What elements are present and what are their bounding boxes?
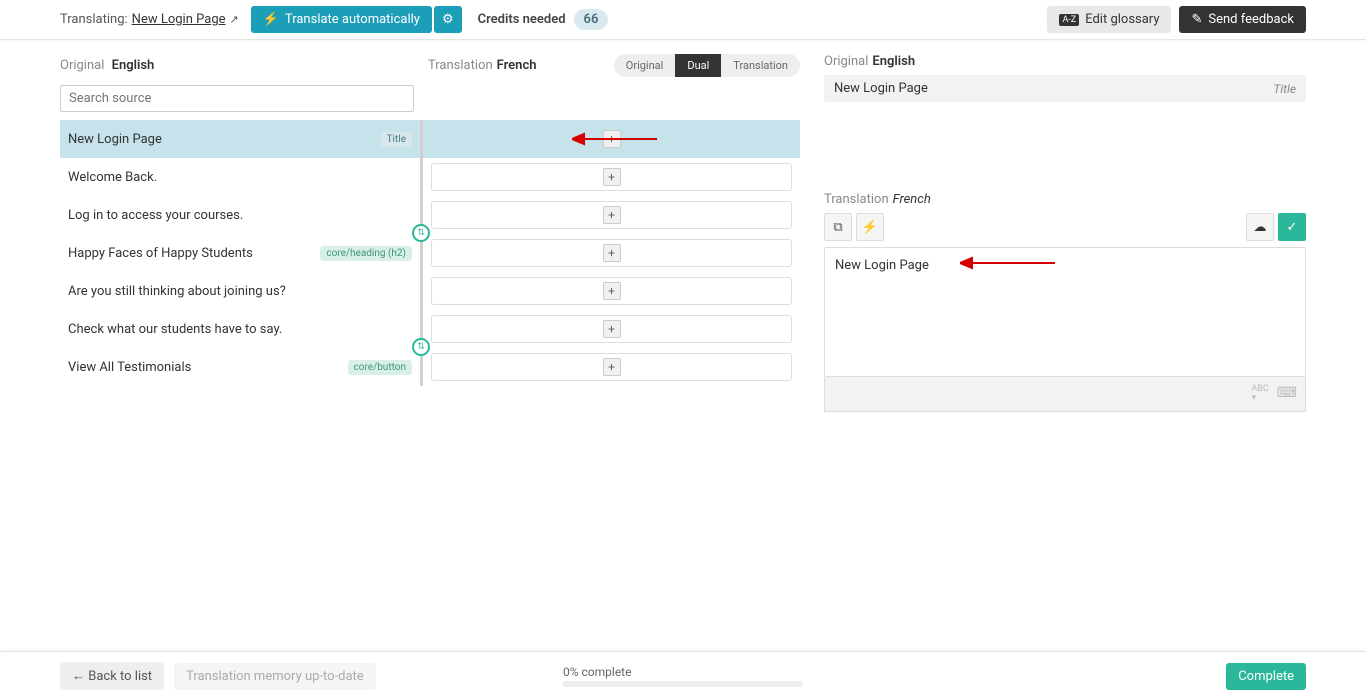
- type-tag: Title: [381, 132, 412, 147]
- progress-bar: [563, 681, 803, 687]
- credits-badge: 66: [574, 9, 609, 30]
- translation-cell[interactable]: +: [431, 125, 792, 153]
- credits-label: Credits needed: [478, 12, 566, 27]
- add-translation-button[interactable]: +: [603, 168, 621, 186]
- translation-cell[interactable]: +: [431, 353, 792, 381]
- editor-toolbar: ⧉ ⚡ ☁ ✓: [824, 213, 1306, 241]
- table-row[interactable]: Welcome Back. +: [60, 158, 800, 196]
- send-feedback-button[interactable]: ✎ Send feedback: [1179, 6, 1306, 33]
- translation-cell[interactable]: +: [431, 239, 792, 267]
- source-text: Are you still thinking about joining us?: [68, 284, 412, 299]
- table-row[interactable]: Check what our students have to say.⇅+: [60, 310, 800, 348]
- table-row[interactable]: Happy Faces of Happy Students core/headin…: [60, 234, 800, 272]
- gear-icon: ⚙: [442, 12, 454, 27]
- strings-panel: Original English Translation French Orig…: [60, 54, 800, 412]
- add-translation-button[interactable]: +: [603, 320, 621, 338]
- approve-button[interactable]: ✓: [1278, 213, 1306, 241]
- translation-memory-status: Translation memory up-to-date: [174, 663, 376, 690]
- table-row[interactable]: Are you still thinking about joining us?…: [60, 272, 800, 310]
- editor-footer: ABC▾ ⌨: [824, 377, 1306, 412]
- detail-translation-lang: French: [893, 192, 931, 207]
- annotation-arrow-icon: [960, 256, 1060, 270]
- glossary-icon: A-Z: [1059, 14, 1079, 26]
- bolt-icon: ⚡: [862, 220, 878, 235]
- view-mode-segment: Original Dual Translation: [614, 54, 800, 77]
- add-translation-button[interactable]: +: [603, 282, 621, 300]
- search-input[interactable]: [60, 85, 414, 112]
- detail-original-label: Original: [824, 54, 868, 69]
- cloud-button[interactable]: ☁: [1246, 213, 1274, 241]
- bottom-bar: ← Back to list Translation memory up-to-…: [0, 651, 1366, 700]
- complete-button[interactable]: Complete: [1226, 663, 1306, 690]
- detail-original-box: New Login Page Title: [824, 75, 1306, 102]
- view-dual[interactable]: Dual: [675, 54, 721, 77]
- check-icon: ✓: [1287, 220, 1298, 235]
- add-translation-button[interactable]: +: [603, 206, 621, 224]
- pencil-icon: ✎: [1191, 12, 1202, 27]
- spellcheck-icon[interactable]: ABC▾: [1251, 385, 1268, 403]
- detail-panel: Original English New Login Page Title Tr…: [824, 54, 1306, 412]
- translation-cell[interactable]: +: [431, 277, 792, 305]
- auto-translate-one-button[interactable]: ⚡: [856, 213, 884, 241]
- source-text: View All Testimonials: [68, 360, 344, 375]
- back-to-list-button[interactable]: ← Back to list: [60, 662, 164, 690]
- add-translation-button[interactable]: +: [603, 244, 621, 262]
- link-icon[interactable]: ⇅: [412, 224, 430, 242]
- translate-auto-label: Translate automatically: [285, 12, 420, 27]
- copy-icon: ⧉: [833, 220, 842, 235]
- translation-cell[interactable]: +: [431, 201, 792, 229]
- type-tag: core/heading (h2): [320, 246, 412, 261]
- source-text: Welcome Back.: [68, 170, 412, 185]
- cloud-icon: ☁: [1254, 220, 1267, 235]
- table-row[interactable]: New Login Page Title +: [60, 120, 800, 158]
- link-icon[interactable]: ⇅: [412, 338, 430, 356]
- type-tag: core/button: [348, 360, 412, 375]
- keyboard-icon[interactable]: ⌨: [1277, 385, 1297, 403]
- source-text: Check what our students have to say.: [68, 322, 412, 337]
- detail-original-tag: Title: [1273, 82, 1296, 96]
- bolt-icon: ⚡: [263, 12, 279, 27]
- view-translation[interactable]: Translation: [721, 54, 800, 77]
- translating-label: Translating:: [60, 12, 128, 27]
- table-row[interactable]: Log in to access your courses.⇅+: [60, 196, 800, 234]
- page-link[interactable]: New Login Page: [132, 12, 226, 27]
- detail-original-lang: English: [872, 54, 915, 69]
- original-col-lang: English: [112, 58, 155, 73]
- table-row[interactable]: View All Testimonials core/button +: [60, 348, 800, 386]
- glossary-label: Edit glossary: [1085, 12, 1159, 27]
- translation-col-label: Translation: [428, 58, 493, 73]
- translation-cell[interactable]: +: [431, 315, 792, 343]
- translation-editor[interactable]: New Login Page: [824, 247, 1306, 377]
- translate-settings-button[interactable]: ⚙: [434, 6, 462, 33]
- original-col-label: Original: [60, 58, 104, 73]
- source-text: New Login Page: [68, 132, 377, 147]
- source-text: Log in to access your courses.: [68, 208, 412, 223]
- view-original[interactable]: Original: [614, 54, 676, 77]
- source-text: Happy Faces of Happy Students: [68, 246, 316, 261]
- editor-text: New Login Page: [835, 258, 929, 273]
- detail-original-text: New Login Page: [834, 81, 1273, 96]
- edit-glossary-button[interactable]: A-Z Edit glossary: [1047, 6, 1171, 33]
- translation-col-lang: French: [497, 58, 537, 73]
- detail-translation-label: Translation: [824, 192, 889, 207]
- feedback-label: Send feedback: [1208, 12, 1294, 27]
- progress-indicator: 0% complete: [563, 665, 803, 687]
- external-link-icon[interactable]: ↗: [230, 13, 239, 26]
- add-translation-button[interactable]: +: [603, 358, 621, 376]
- top-toolbar: Translating: New Login Page ↗ ⚡ Translat…: [0, 0, 1366, 40]
- progress-label: 0% complete: [563, 665, 803, 679]
- translate-auto-button[interactable]: ⚡ Translate automatically: [251, 6, 432, 33]
- copy-source-button[interactable]: ⧉: [824, 213, 852, 241]
- translation-cell[interactable]: +: [431, 163, 792, 191]
- add-translation-button[interactable]: +: [603, 130, 621, 148]
